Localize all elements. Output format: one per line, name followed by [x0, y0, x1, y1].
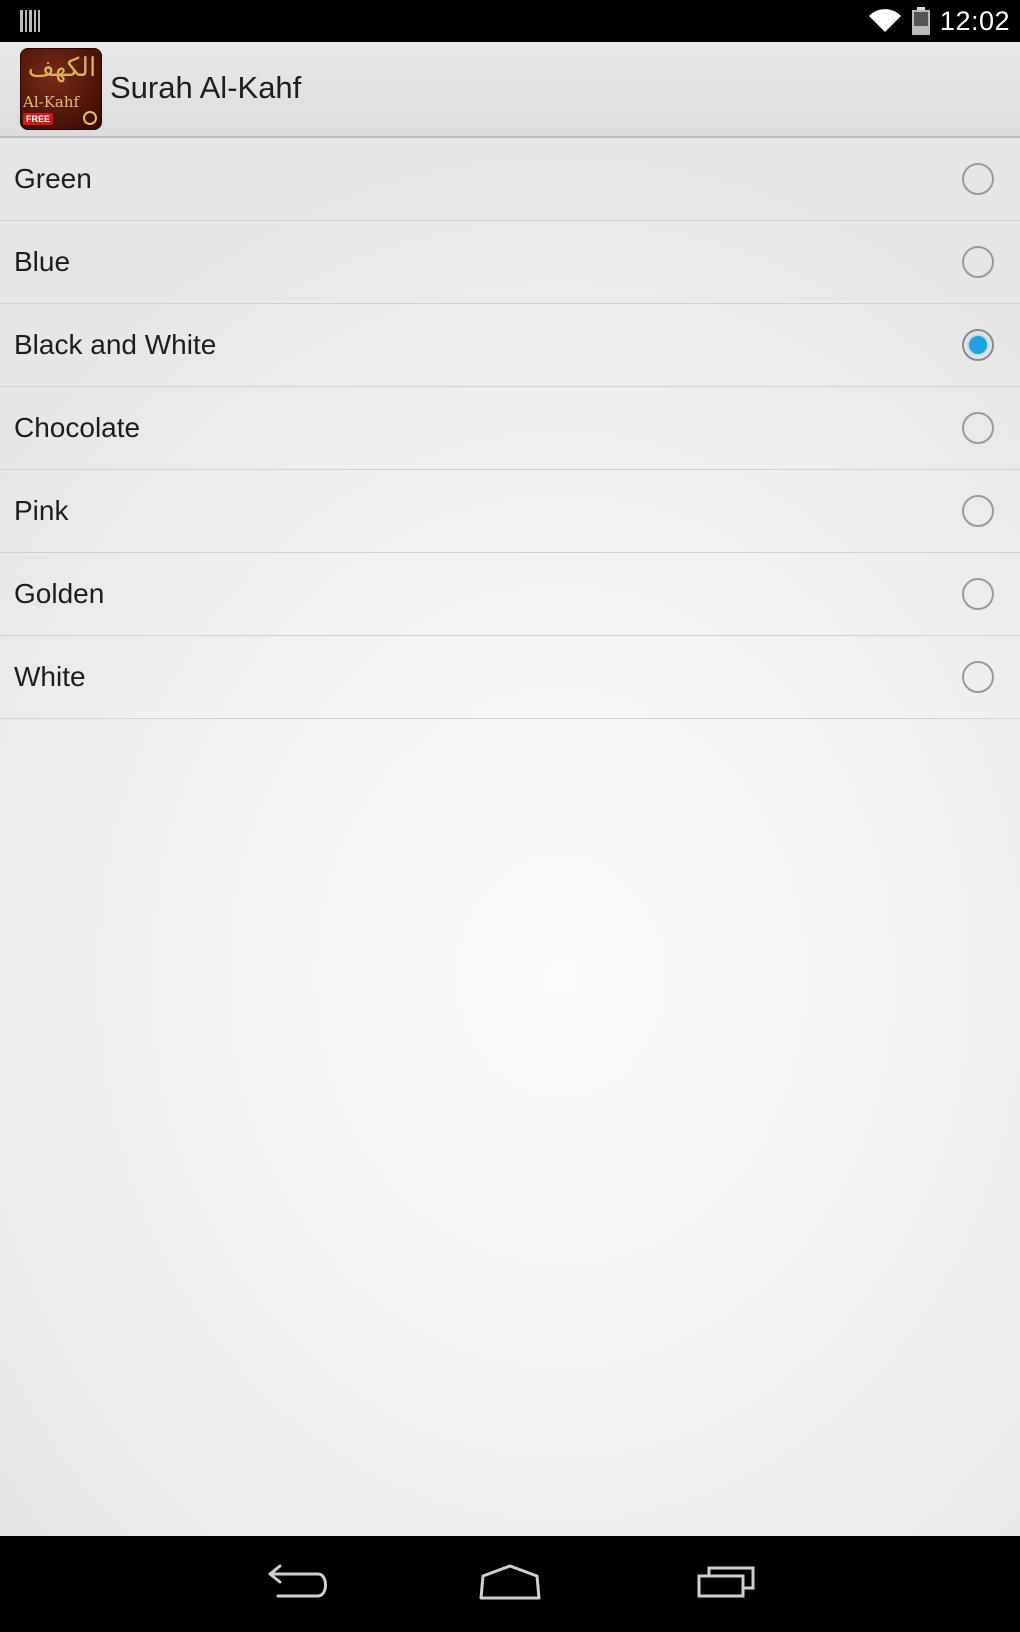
radio-button[interactable] [962, 246, 994, 278]
radio-button-selected[interactable] [962, 329, 994, 361]
option-label: Green [14, 163, 92, 194]
app-logo-free-badge: FREE [23, 113, 54, 125]
option-label: Black and White [14, 329, 217, 360]
status-clock: 12:02 [939, 5, 1010, 36]
app-logo-arabic-text: الكهف [27, 53, 97, 83]
app-logo-icon[interactable]: الكهف Al-Kahf FREE [20, 48, 102, 130]
home-icon[interactable] [475, 1558, 545, 1610]
option-blue[interactable]: Blue [0, 221, 1020, 304]
theme-option-list: Green Blue Black and White Chocolate Pin… [0, 138, 1020, 719]
option-golden[interactable]: Golden [0, 553, 1020, 636]
option-label: Chocolate [14, 412, 141, 443]
option-green[interactable]: Green [0, 138, 1020, 221]
radio-button[interactable] [962, 495, 994, 527]
option-label: White [14, 661, 86, 692]
option-label: Golden [14, 578, 105, 609]
page-title: Surah Al-Kahf [110, 70, 302, 105]
option-white[interactable]: White [0, 636, 1020, 719]
radio-button[interactable] [962, 412, 994, 444]
barcode-notification-icon [20, 10, 40, 32]
back-icon[interactable] [258, 1558, 328, 1610]
recent-apps-icon[interactable] [693, 1558, 763, 1610]
radio-button[interactable] [962, 163, 994, 195]
option-pink[interactable]: Pink [0, 470, 1020, 553]
wifi-icon [868, 9, 901, 32]
app-logo-ring-icon [83, 111, 97, 125]
action-bar: الكهف Al-Kahf FREE Surah Al-Kahf [0, 42, 1020, 138]
status-bar: 12:02 [0, 0, 1020, 42]
radio-button[interactable] [962, 661, 994, 693]
battery-icon [911, 7, 930, 35]
option-label: Blue [14, 246, 71, 277]
app-logo-label: Al-Kahf [23, 93, 80, 111]
option-label: Pink [14, 495, 69, 526]
option-black-and-white[interactable]: Black and White [0, 304, 1020, 387]
theme-options-panel: Green Blue Black and White Chocolate Pin… [0, 138, 1020, 1536]
navigation-bar [0, 1536, 1020, 1632]
option-chocolate[interactable]: Chocolate [0, 387, 1020, 470]
radio-button[interactable] [962, 578, 994, 610]
